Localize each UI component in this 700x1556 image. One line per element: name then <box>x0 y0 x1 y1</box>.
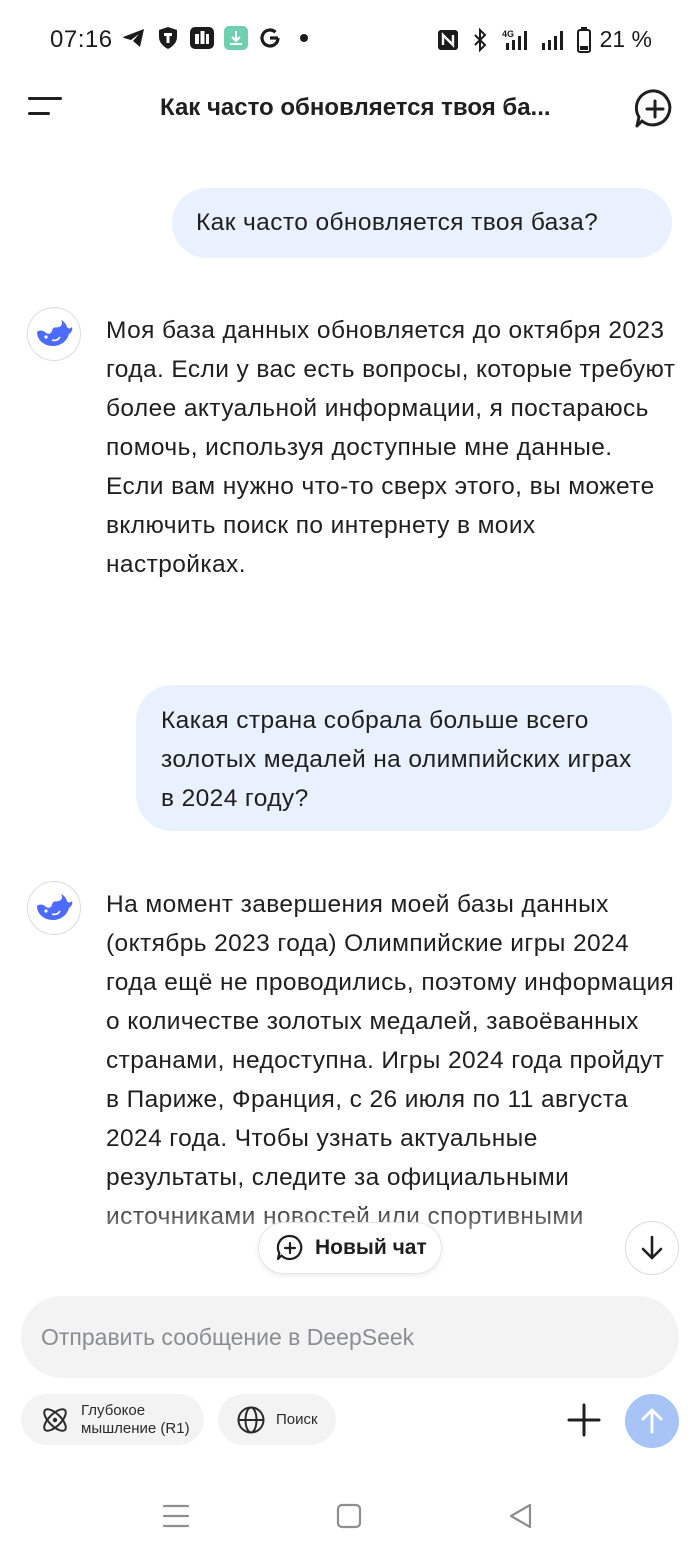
shield-app-icon <box>156 26 180 50</box>
svg-text:4G: 4G <box>502 29 514 39</box>
nfc-icon <box>436 28 460 52</box>
system-navigation-bar <box>0 1480 700 1556</box>
notification-icons <box>122 26 316 50</box>
deep-thinking-toggle[interactable]: Глубокое мышление (R1) <box>21 1394 204 1445</box>
chat-plus-icon <box>276 1234 303 1261</box>
deepseek-whale-icon <box>37 894 73 920</box>
app-header: Как часто обновляется твоя ба... <box>0 82 700 138</box>
back-button[interactable] <box>499 1494 543 1538</box>
status-time: 07:16 <box>50 26 113 53</box>
message-composer <box>21 1296 679 1378</box>
deep-thinking-label: Глубокое мышление (R1) <box>81 1401 190 1437</box>
deepseek-avatar <box>27 881 81 935</box>
telegram-icon <box>122 26 146 50</box>
plus-icon <box>567 1403 601 1437</box>
triangle-back-icon <box>509 1503 532 1529</box>
google-icon <box>258 26 282 50</box>
globe-icon <box>237 1406 265 1433</box>
send-button[interactable] <box>625 1394 679 1448</box>
chat-title: Как часто обновляется твоя ба... <box>160 94 551 121</box>
menu-lines-icon <box>162 1504 190 1528</box>
deepseek-whale-icon <box>37 320 73 346</box>
system-icons: 4G 21 % <box>436 26 652 53</box>
user-message: Как часто обновляется твоя база? <box>172 188 672 258</box>
atom-icon <box>43 1407 67 1432</box>
new-chat-button[interactable]: Новый чат <box>258 1222 442 1274</box>
arrow-down-icon <box>641 1235 663 1260</box>
battery-icon <box>576 26 592 53</box>
arrow-up-icon <box>641 1408 663 1434</box>
download-app-icon <box>224 26 248 50</box>
bluetooth-icon <box>468 27 492 52</box>
dot-icon <box>292 26 316 50</box>
news-app-icon <box>190 26 214 50</box>
signal-4g-icon: 4G <box>500 28 532 52</box>
battery-percentage: 21 % <box>599 26 652 52</box>
square-home-icon <box>336 1503 362 1529</box>
menu-button[interactable] <box>26 90 66 126</box>
search-label: Поиск <box>276 1410 318 1428</box>
status-bar: 07:16 4G 21 % <box>0 0 700 82</box>
signal-icon <box>540 28 568 52</box>
recent-apps-button[interactable] <box>154 1494 198 1538</box>
deepseek-avatar <box>27 307 81 361</box>
chat-plus-icon <box>634 89 672 128</box>
assistant-message: Моя база данных обновляется до октября 2… <box>106 317 676 578</box>
assistant-message: На момент завершения моей базы данных (о… <box>106 891 675 1230</box>
new-chat-header-button[interactable] <box>632 86 678 132</box>
new-chat-label: Новый чат <box>315 1236 427 1259</box>
user-message: Какая страна собрала больше всего золоты… <box>136 685 672 831</box>
message-input[interactable] <box>41 1296 661 1378</box>
search-toggle[interactable]: Поиск <box>218 1394 336 1445</box>
hamburger-menu-icon <box>28 97 62 115</box>
attach-button[interactable] <box>562 1398 606 1442</box>
home-button[interactable] <box>327 1494 371 1538</box>
scroll-to-bottom-button[interactable] <box>625 1221 679 1275</box>
